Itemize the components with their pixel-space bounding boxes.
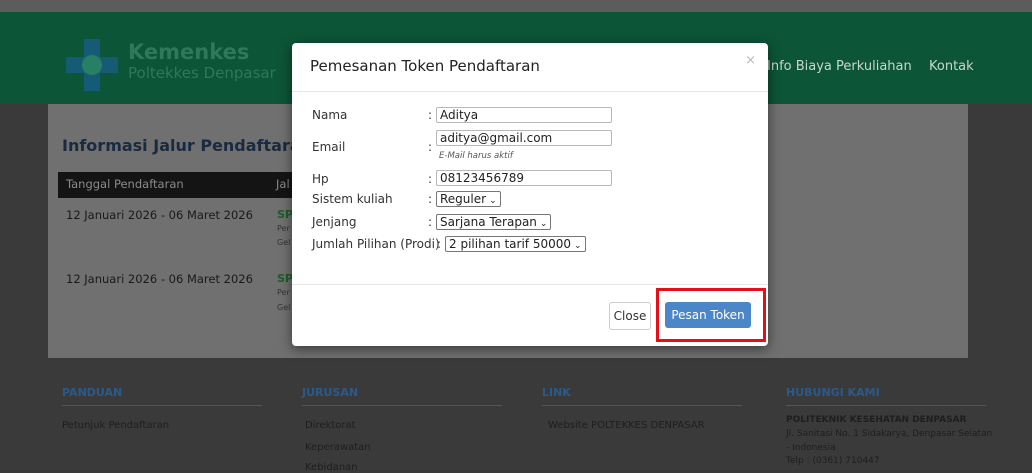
jenjang-label: Jenjang xyxy=(312,215,357,229)
nav-info-biaya[interactable]: Info Biaya Perkuliahan xyxy=(767,59,912,74)
footer-link-website[interactable]: Website POLTEKKES DENPASAR xyxy=(548,420,705,431)
footer-link-kebidanan[interactable]: Kebidanan xyxy=(305,462,358,473)
table-cell-sub: Gel xyxy=(277,238,291,247)
footer-divider xyxy=(542,405,742,406)
email-hint: E-Mail harus aktif xyxy=(439,151,513,161)
nama-input[interactable]: Aditya xyxy=(436,107,612,123)
hp-input[interactable]: 08123456789 xyxy=(436,170,612,186)
modal-footer-divider xyxy=(292,284,768,285)
table-cell-date: 12 Januari 2026 - 06 Maret 2026 xyxy=(66,208,253,222)
highlight-box xyxy=(656,288,766,342)
table-cell-sub: Per xyxy=(277,224,290,233)
colon: : xyxy=(437,237,442,251)
nama-label: Nama xyxy=(312,108,348,122)
kemenkes-logo-icon xyxy=(66,39,118,91)
table-cell-jalur-link[interactable]: SP xyxy=(277,208,293,221)
jumlah-pilihan-select[interactable]: 2 pilihan tarif 50000 ⌄ xyxy=(445,236,586,252)
brand-title[interactable]: Kemenkes xyxy=(128,40,249,64)
table-cell-date: 12 Januari 2026 - 06 Maret 2026 xyxy=(66,272,253,286)
nav-kontak[interactable]: Kontak xyxy=(929,59,974,74)
footer-contact-address: Jl. Sanitasi No. 1 Sidakarya, Denpasar S… xyxy=(786,429,993,439)
footer-heading-hubungi: HUBUNGI KAMI xyxy=(786,386,880,399)
modal-title: Pemesanan Token Pendaftaran xyxy=(310,57,540,75)
close-button[interactable]: Close xyxy=(609,302,651,330)
email-label: Email xyxy=(312,140,346,154)
footer-divider xyxy=(62,405,262,406)
colon: : xyxy=(428,108,433,122)
footer-contact-phone: Telp : (0361) 710447 xyxy=(786,456,880,466)
footer-heading-jurusan: JURUSAN xyxy=(302,386,359,399)
sistem-kuliah-label: Sistem kuliah xyxy=(312,192,393,206)
hp-label: Hp xyxy=(312,172,329,186)
table-cell-sub: Per xyxy=(277,288,290,297)
chevron-down-icon: ⌄ xyxy=(574,241,582,251)
sistem-kuliah-value: Reguler xyxy=(440,192,487,206)
column-header-tanggal: Tanggal Pendaftaran xyxy=(66,177,184,191)
colon: : xyxy=(428,140,433,154)
browser-top-strip xyxy=(0,0,1032,12)
chevron-down-icon: ⌄ xyxy=(489,196,497,206)
chevron-down-icon: ⌄ xyxy=(539,219,548,229)
column-header-jalur: Jal xyxy=(276,177,290,191)
table-cell-jalur-link[interactable]: SP xyxy=(277,272,293,285)
page-title: Informasi Jalur Pendaftaran y xyxy=(62,136,329,155)
footer-divider xyxy=(786,405,986,406)
footer-contact-country: - Indonesia xyxy=(786,443,836,453)
close-icon[interactable]: × xyxy=(745,53,756,68)
sistem-kuliah-select[interactable]: Reguler ⌄ xyxy=(436,191,501,207)
table-cell-sub: Gel xyxy=(277,303,291,312)
modal-header-divider xyxy=(292,91,768,92)
brand-subtitle[interactable]: Poltekkes Denpasar xyxy=(128,64,276,82)
email-input[interactable]: aditya@gmail.com xyxy=(436,130,612,146)
jenjang-value: Sarjana Terapan xyxy=(440,215,537,229)
colon: : xyxy=(428,192,433,206)
jenjang-select[interactable]: Sarjana Terapan ⌄ xyxy=(436,214,552,230)
footer-divider xyxy=(302,405,502,406)
jumlah-pilihan-label: Jumlah Pilihan (Prodi) xyxy=(312,237,440,251)
footer-heading-link: LINK xyxy=(542,386,571,399)
footer-heading-panduan: PANDUAN xyxy=(62,386,123,399)
jumlah-pilihan-value: 2 pilihan tarif 50000 xyxy=(449,237,571,251)
colon: : xyxy=(428,215,433,229)
footer-link-petunjuk[interactable]: Petunjuk Pendaftaran xyxy=(62,420,169,431)
footer-contact-name: POLITEKNIK KESEHATAN DENPASAR xyxy=(786,415,967,425)
footer-link-keperawatan[interactable]: Keperawatan xyxy=(305,442,371,453)
footer-link-direktorat[interactable]: Direktorat xyxy=(305,420,356,431)
colon: : xyxy=(428,172,433,186)
